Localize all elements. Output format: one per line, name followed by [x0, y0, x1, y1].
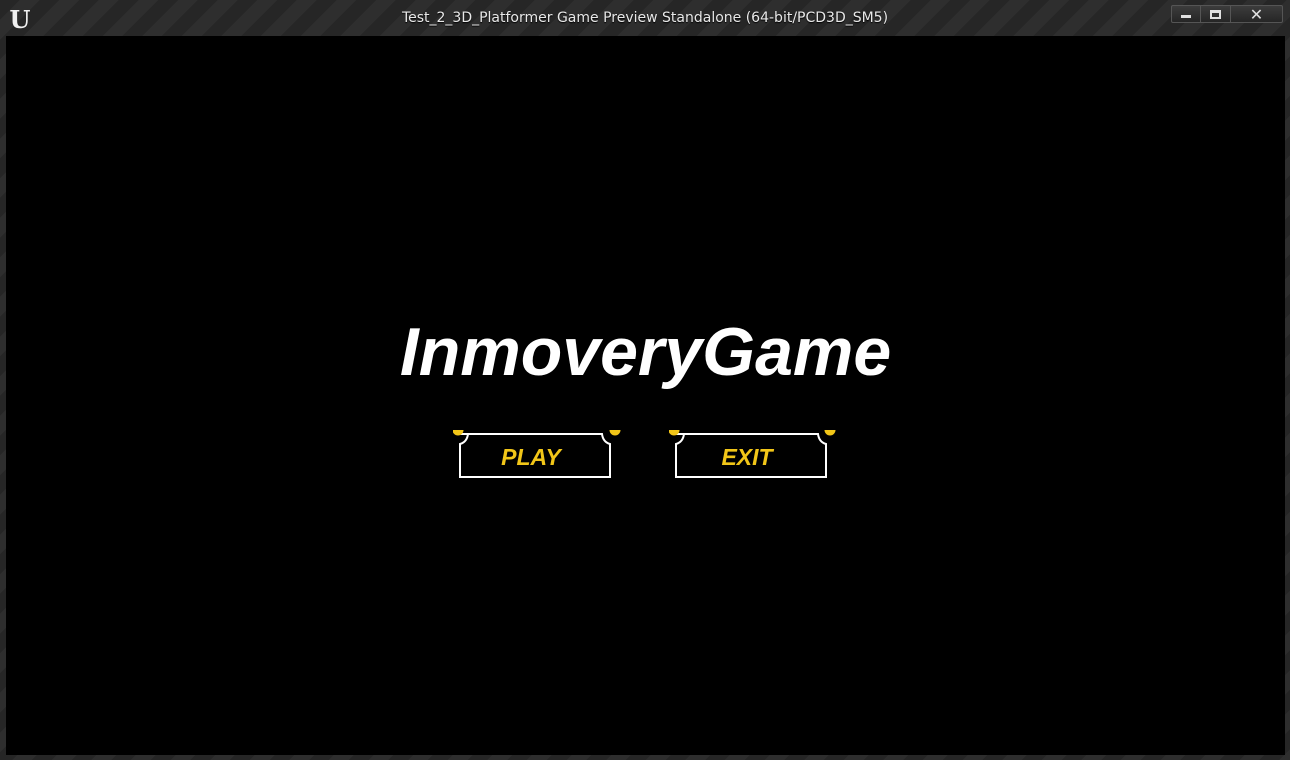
close-icon: ✕	[1249, 4, 1264, 24]
maximize-button[interactable]	[1201, 5, 1231, 23]
game-title: InmoveryGame	[399, 314, 892, 390]
title-bar[interactable]: U Test_2_3D_Platformer Game Preview Stan…	[0, 0, 1290, 36]
minimize-button[interactable]	[1171, 5, 1201, 23]
game-window: U Test_2_3D_Platformer Game Preview Stan…	[0, 0, 1290, 760]
frame-corner-dot	[824, 430, 836, 436]
game-viewport: InmoveryGame PLAY EXIT	[6, 36, 1285, 755]
exit-button-label: EXIT	[721, 444, 773, 470]
exit-button[interactable]: EXIT	[669, 430, 836, 478]
frame-corner-dot	[609, 430, 621, 436]
close-button[interactable]: ✕	[1231, 4, 1283, 24]
play-button-label: PLAY	[501, 444, 561, 470]
window-title: Test_2_3D_Platformer Game Preview Standa…	[401, 10, 889, 26]
play-button[interactable]: PLAY	[453, 430, 621, 478]
minimize-icon	[1181, 14, 1191, 18]
window-controls: ✕	[1171, 5, 1283, 25]
maximize-icon	[1210, 9, 1221, 19]
